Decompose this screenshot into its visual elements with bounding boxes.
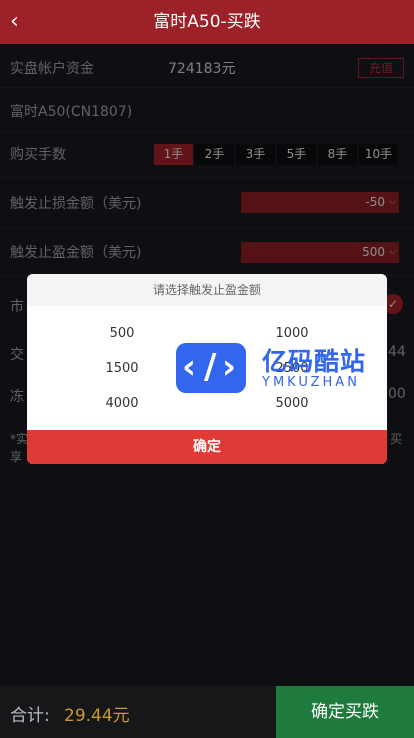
page-title: 富时A50-买跌	[153, 12, 261, 32]
modal-option-1500[interactable]: 1500	[62, 361, 182, 376]
total-value: 29.44元	[64, 706, 130, 726]
modal-option-500[interactable]: 500	[62, 326, 182, 341]
confirm-buy-button[interactable]: 确定买跌	[276, 686, 414, 738]
footer: 合计: 29.44元 确定买跌	[0, 686, 414, 738]
modal-confirm-button[interactable]: 确定	[27, 430, 387, 464]
watermark: ‹ / › 亿码酷站 YMKUZHAN	[176, 342, 386, 394]
modal-option-5000[interactable]: 5000	[232, 396, 352, 411]
modal-option-1000[interactable]: 1000	[232, 326, 352, 341]
watermark-name: 亿码酷站	[262, 347, 367, 376]
modal-option-4000[interactable]: 4000	[62, 396, 182, 411]
modal-title: 请选择触发止盈金额	[27, 274, 387, 306]
watermark-sub: YMKUZHAN	[262, 375, 360, 390]
code-brackets-icon: ‹ / ›	[176, 343, 246, 393]
header: ‹ 富时A50-买跌	[0, 0, 414, 44]
total-label: 合计:	[10, 706, 50, 726]
